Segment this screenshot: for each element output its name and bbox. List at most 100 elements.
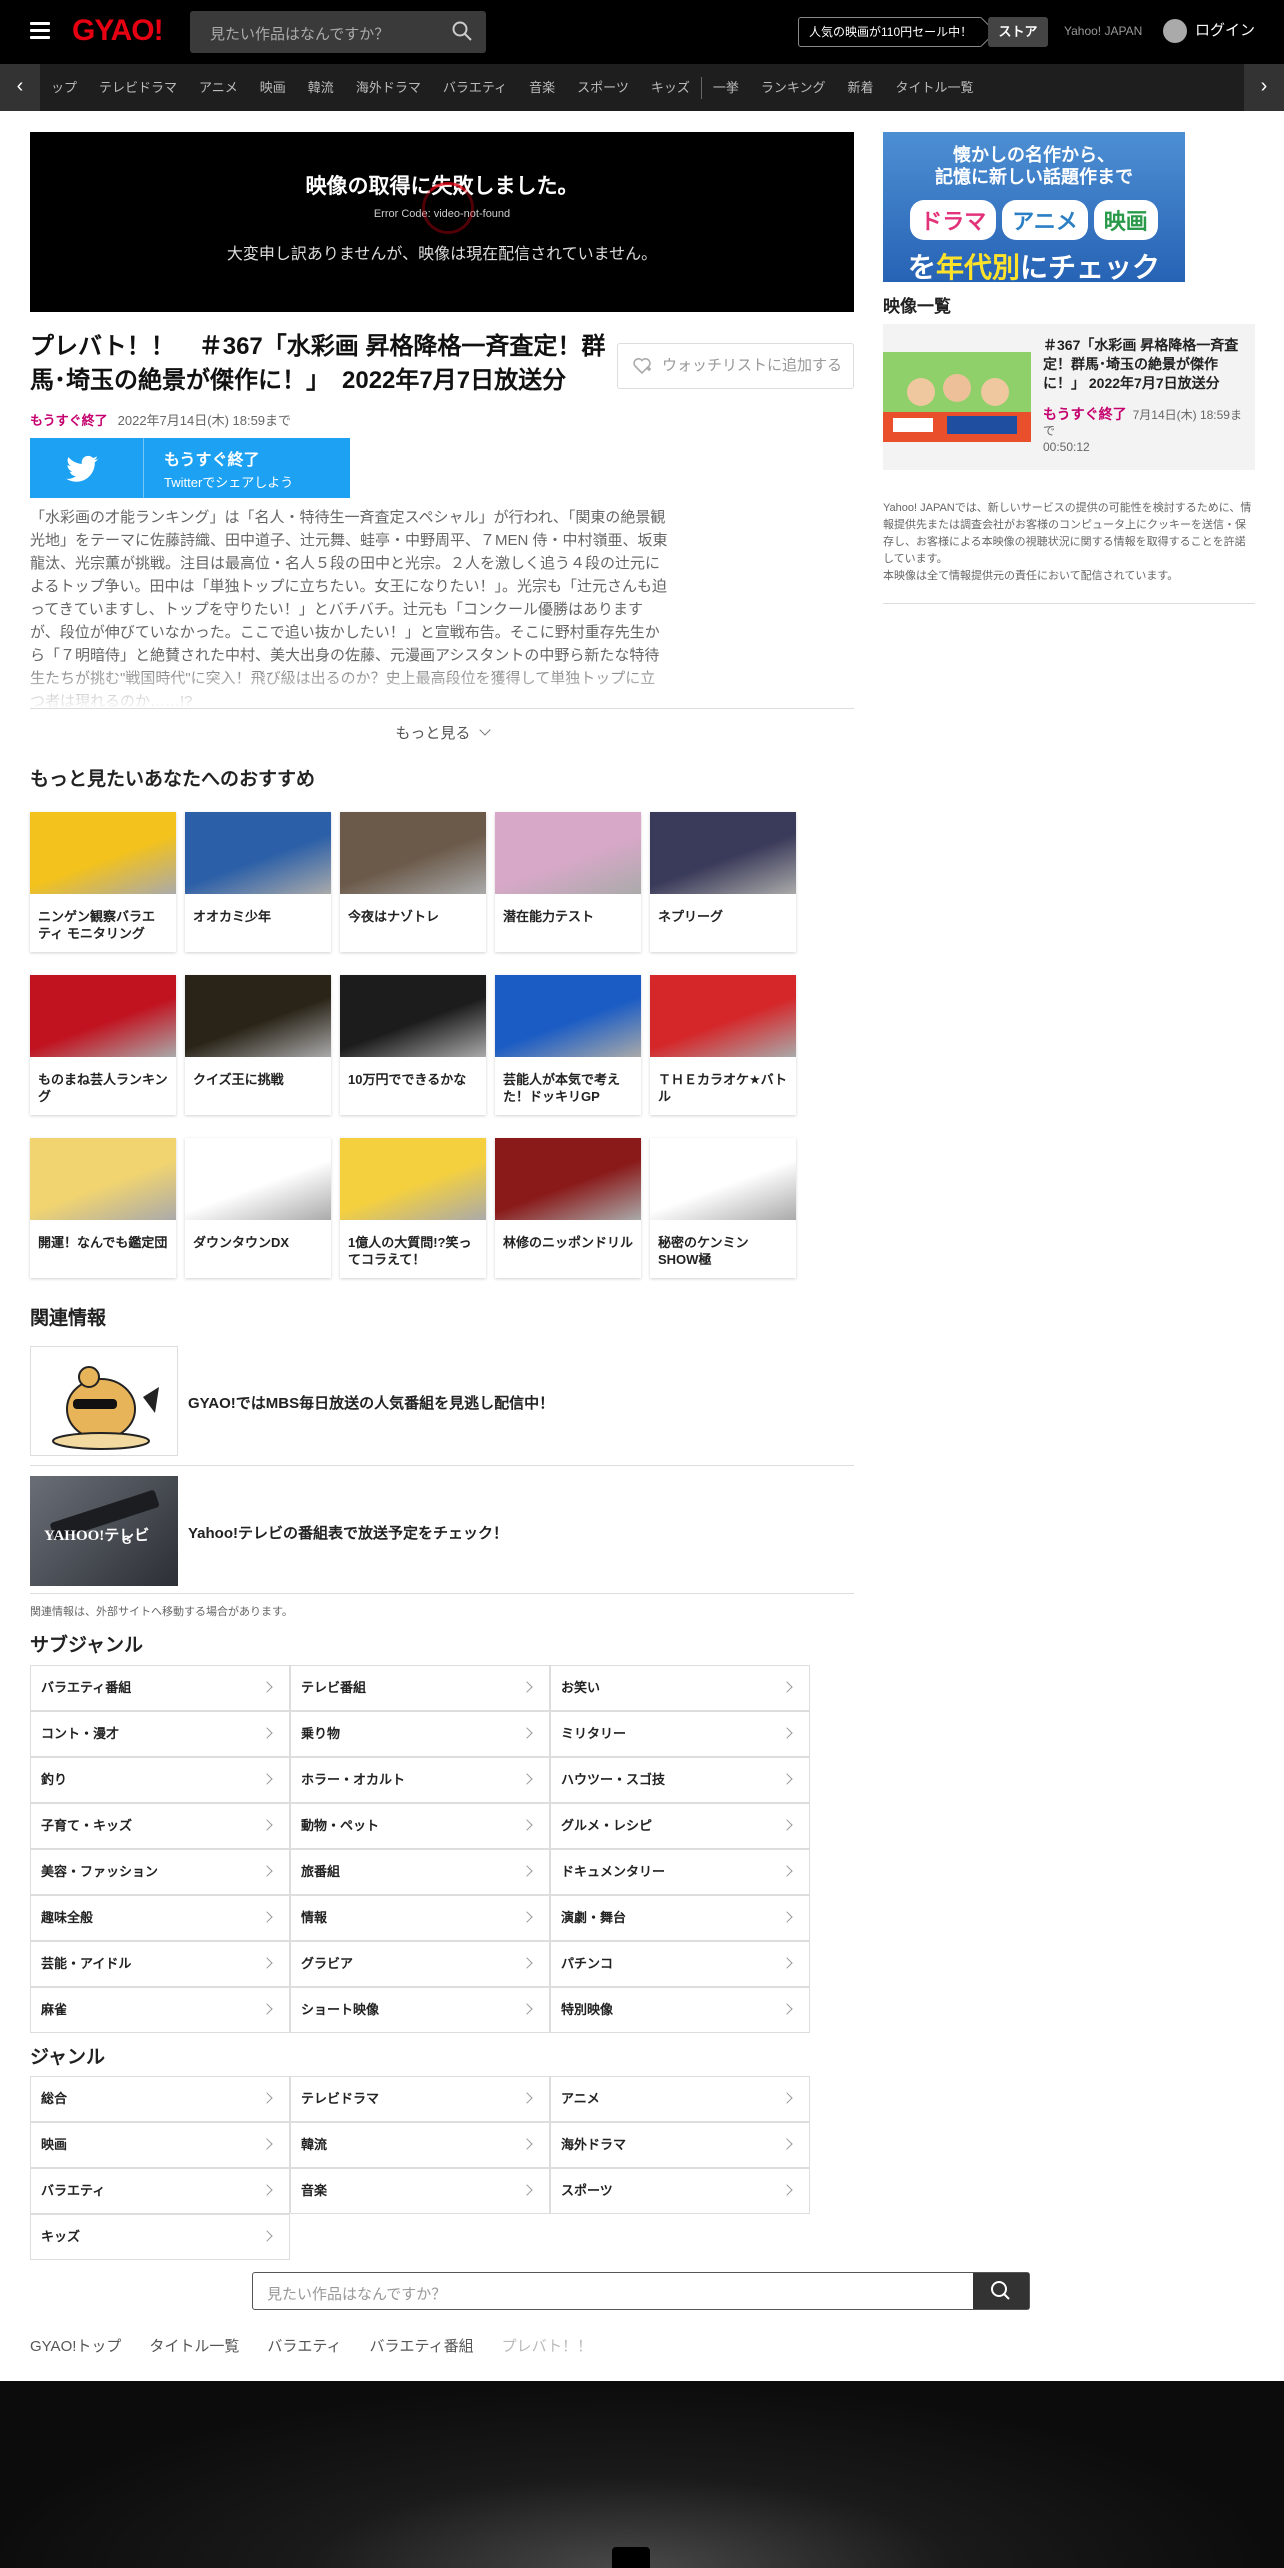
related-item[interactable]: GYAO!ではMBS毎日放送の人気番組を見逃し配信中！ [30, 1336, 854, 1466]
recommend-card[interactable]: 林修のニッポンドリル [495, 1138, 641, 1278]
genre-item[interactable]: 総合 [30, 2076, 290, 2122]
related-text[interactable]: Yahoo!テレビの番組表で放送予定をチェック！ [188, 1522, 508, 1543]
nav-item[interactable]: バラエティ [443, 64, 507, 111]
genre-item[interactable]: 韓流 [290, 2122, 550, 2168]
subgenre-item[interactable]: コント・漫才 [30, 1711, 290, 1757]
breadcrumb-item[interactable]: バラエティ番組 [370, 2338, 474, 2355]
recommend-card[interactable]: 1億人の大質問!?笑ってコラえて！ [340, 1138, 486, 1278]
subgenre-item[interactable]: テレビ番組 [290, 1665, 550, 1711]
subgenre-item[interactable]: ホラー・オカルト [290, 1757, 550, 1803]
genre-item[interactable]: キッズ [30, 2214, 290, 2260]
subgenre-item[interactable]: ハウツー・スゴ技 [550, 1757, 810, 1803]
related-item[interactable]: YAHOO!テレビ G Yahoo!テレビの番組表で放送予定をチェック！ [30, 1466, 854, 1594]
breadcrumb-item[interactable]: タイトル一覧 [149, 2338, 239, 2355]
nav-scroll-left-button[interactable]: ‹ [0, 64, 40, 111]
subgenre-item[interactable]: 子育て・キッズ [30, 1803, 290, 1849]
sidebar-banner[interactable]: 懐かしの名作から、 記憶に新しい話題作まで ドラマ アニメ 映画 を年代別にチェック [883, 132, 1185, 282]
search-icon[interactable] [452, 21, 472, 41]
login-button[interactable]: ログイン [1163, 19, 1255, 44]
subgenre-item[interactable]: 美容・ファッション [30, 1849, 290, 1895]
recommend-title: 秘密のケンミンSHOW極 [658, 1235, 749, 1267]
subgenre-item[interactable]: グラビア [290, 1941, 550, 1987]
genre-item[interactable]: 映画 [30, 2122, 290, 2168]
genre-item[interactable]: バラエティ [30, 2168, 290, 2214]
nav-item[interactable]: スポーツ [577, 64, 629, 111]
subgenre-item[interactable]: ミリタリー [550, 1711, 810, 1757]
video-list-item[interactable]: ＃367「水彩画 昇格降格一斉査定！群馬･埼玉の絶景が傑作に！」 2022年7月… [883, 324, 1255, 470]
nav-scroll-right-button[interactable]: › [1244, 64, 1284, 111]
subgenre-item[interactable]: 特別映像 [550, 1987, 810, 2033]
banner-pills: ドラマ アニメ 映画 [883, 200, 1185, 240]
subgenre-item[interactable]: お笑い [550, 1665, 810, 1711]
twitter-label-2: Twitterでシェアしよう [164, 475, 294, 490]
recommend-card[interactable]: ダウンタウンDX [185, 1138, 331, 1278]
logo[interactable]: GYAO! [72, 14, 164, 48]
menu-icon[interactable] [30, 22, 50, 39]
subgenre-item[interactable]: ショート映像 [290, 1987, 550, 2033]
nav-item[interactable]: 韓流 [308, 64, 334, 111]
nav-item[interactable]: 新着 [847, 64, 873, 111]
bottom-search-input[interactable]: 見たい作品はなんですか？ [252, 2272, 1030, 2310]
recommend-card[interactable]: ＴＨＥカラオケ★バトル [650, 975, 796, 1115]
header: GYAO! 見たい作品はなんですか？ 人気の映画が110円セール中！ ストア Y… [0, 0, 1284, 64]
video-player[interactable]: 映像の取得に失敗しました。 Error Code: video-not-foun… [30, 132, 854, 312]
subgenre-item[interactable]: 演劇・舞台 [550, 1895, 810, 1941]
nav-item[interactable]: 一挙 [713, 64, 739, 111]
nav-item[interactable]: キッズ [651, 64, 690, 111]
recommend-card[interactable]: クイズ王に挑戦 [185, 975, 331, 1115]
recommend-thumbnail [650, 1138, 796, 1220]
genre-item[interactable]: スポーツ [550, 2168, 810, 2214]
store-button[interactable]: ストア [988, 17, 1048, 47]
nav-item[interactable]: 音楽 [529, 64, 555, 111]
recommend-card[interactable]: 芸能人が本気で考えた！ドッキリGP [495, 975, 641, 1115]
yahoo-japan-link[interactable]: Yahoo! JAPAN [1064, 24, 1142, 38]
video-title[interactable]: ＃367「水彩画 昇格降格一斉査定！群馬･埼玉の絶景が傑作に！」 2022年7月… [1043, 336, 1249, 393]
recommend-card[interactable]: ものまね芸人ランキング [30, 975, 176, 1115]
subgenre-item[interactable]: グルメ・レシピ [550, 1803, 810, 1849]
ending-soon-badge: もうすぐ終了 [30, 413, 108, 428]
nav-item[interactable]: アニメ [199, 64, 238, 111]
genre-label: アニメ [561, 2091, 600, 2106]
subgenre-item[interactable]: 麻雀 [30, 1987, 290, 2033]
nav-item[interactable]: 海外ドラマ [356, 64, 421, 111]
genre-item[interactable]: テレビドラマ [290, 2076, 550, 2122]
recommend-card[interactable]: オオカミ少年 [185, 812, 331, 952]
nav-item[interactable]: 映画 [260, 64, 286, 111]
recommend-card[interactable]: ニンゲン観察バラエティ モニタリング [30, 812, 176, 952]
chevron-right-icon [781, 2092, 793, 2104]
subgenre-item[interactable]: 釣り [30, 1757, 290, 1803]
subgenre-item[interactable]: パチンコ [550, 1941, 810, 1987]
subgenre-item[interactable]: ドキュメンタリー [550, 1849, 810, 1895]
subgenre-item[interactable]: 乗り物 [290, 1711, 550, 1757]
breadcrumb-item[interactable]: GYAO!トップ [30, 2338, 121, 2355]
bottom-search-button[interactable] [973, 2273, 1029, 2309]
recommend-heading: もっと見たいあなたへのおすすめ [30, 769, 316, 790]
subgenre-item[interactable]: 旅番組 [290, 1849, 550, 1895]
recommend-thumbnail [340, 812, 486, 894]
recommend-card[interactable]: 10万円でできるかな [340, 975, 486, 1115]
genre-item[interactable]: 音楽 [290, 2168, 550, 2214]
subgenre-item[interactable]: 芸能・アイドル [30, 1941, 290, 1987]
promo-link[interactable]: 人気の映画が110円セール中！ [798, 17, 997, 47]
subgenre-item[interactable]: 動物・ペット [290, 1803, 550, 1849]
genre-item[interactable]: アニメ [550, 2076, 810, 2122]
twitter-share-button[interactable]: もうすぐ終了 Twitterでシェアしよう [30, 438, 350, 498]
recommend-card[interactable]: 秘密のケンミンSHOW極 [650, 1138, 796, 1278]
search-input[interactable]: 見たい作品はなんですか？ [190, 11, 486, 53]
recommend-card[interactable]: 潜在能力テスト [495, 812, 641, 952]
recommend-card[interactable]: ネプリーグ [650, 812, 796, 952]
subgenre-item[interactable]: 趣味全般 [30, 1895, 290, 1941]
subgenre-item[interactable]: バラエティ番組 [30, 1665, 290, 1711]
related-text[interactable]: GYAO!ではMBS毎日放送の人気番組を見逃し配信中！ [188, 1392, 554, 1413]
genre-item[interactable]: 海外ドラマ [550, 2122, 810, 2168]
subgenre-item[interactable]: 情報 [290, 1895, 550, 1941]
recommend-card[interactable]: 開運！なんでも鑑定団 [30, 1138, 176, 1278]
recommend-card[interactable]: 今夜はナゾトレ [340, 812, 486, 952]
show-more-button[interactable]: もっと見る [30, 708, 854, 758]
breadcrumb-item[interactable]: バラエティ [267, 2338, 341, 2355]
nav-item[interactable]: タイトル一覧 [896, 64, 974, 111]
nav-item[interactable]: ップ [51, 64, 77, 111]
nav-item[interactable]: ランキング [761, 64, 826, 111]
nav-item[interactable]: テレビドラマ [99, 64, 177, 111]
watchlist-button[interactable]: ウォッチリストに追加する [617, 343, 854, 389]
